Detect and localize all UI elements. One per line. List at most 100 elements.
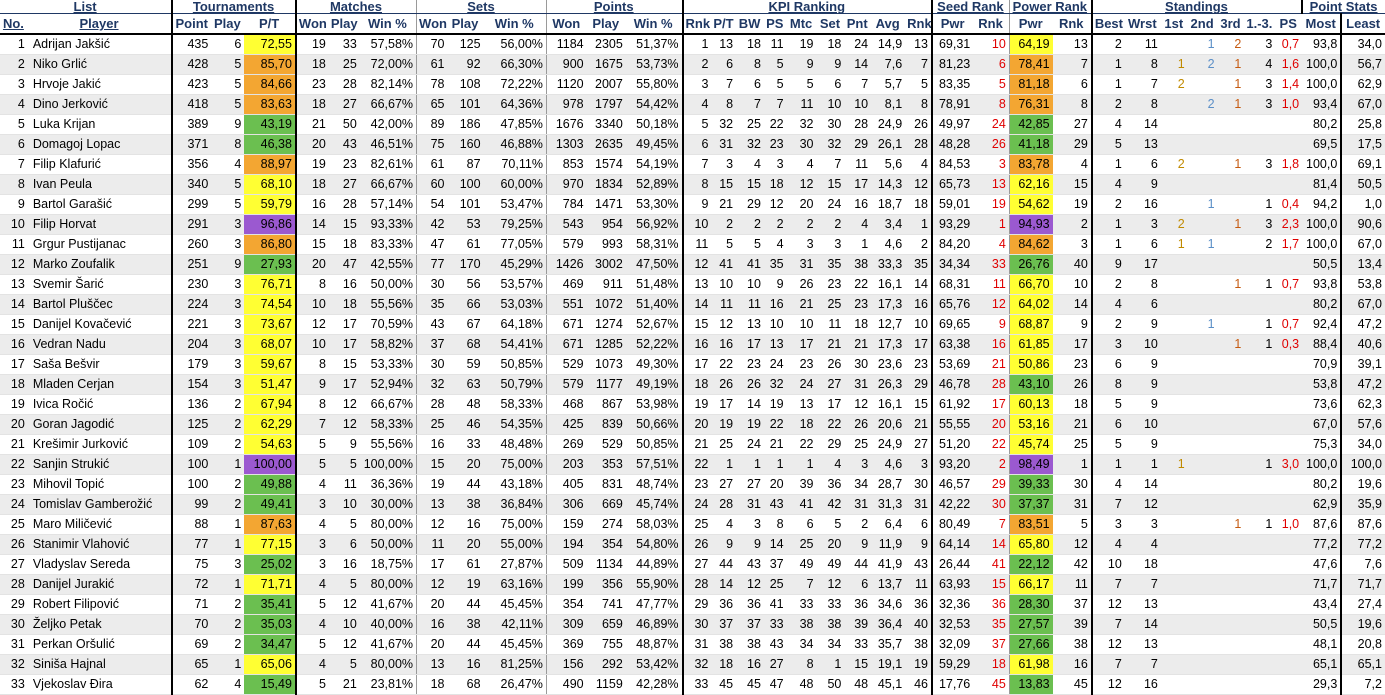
- sets-win-pct[interactable]: 46,88%: [483, 134, 547, 155]
- row-number[interactable]: 31: [0, 634, 28, 655]
- points-won[interactable]: 509: [545, 554, 587, 575]
- matches-win-pct[interactable]: 52,94%: [359, 374, 417, 395]
- points-played[interactable]: 2007: [586, 74, 626, 95]
- kpi-rank[interactable]: 35: [905, 254, 932, 275]
- table-row[interactable]: 13 Svemir Šarić 230 3 76,71 8 16 50,00% 30 56 53,5…: [0, 274, 1385, 295]
- best-standing[interactable]: 3: [1090, 334, 1125, 355]
- podium-score[interactable]: [1275, 654, 1303, 675]
- sets-win-pct[interactable]: 64,36%: [483, 94, 547, 115]
- kpi-avg[interactable]: 45,1: [871, 674, 906, 695]
- column-header[interactable]: BW: [736, 13, 764, 35]
- player-name[interactable]: Mihovil Topić: [27, 474, 173, 495]
- third-places[interactable]: [1217, 174, 1245, 195]
- kpi-mtc[interactable]: 48: [786, 674, 817, 695]
- podium-count[interactable]: 4: [1244, 54, 1276, 75]
- power-rank[interactable]: 25: [1052, 434, 1092, 455]
- kpi-bw[interactable]: 2: [736, 214, 764, 235]
- seed-power[interactable]: 34,34: [930, 254, 974, 275]
- podium-score[interactable]: 1,4: [1275, 74, 1303, 95]
- kpi-rnk[interactable]: 13: [681, 274, 712, 295]
- points-per-tournament[interactable]: 100,00: [244, 454, 296, 475]
- power-value[interactable]: 61,85: [1008, 334, 1053, 355]
- sets-played[interactable]: 61: [447, 554, 484, 575]
- sets-won[interactable]: 70: [416, 34, 448, 55]
- sets-played[interactable]: 38: [447, 614, 484, 635]
- first-places[interactable]: [1160, 414, 1188, 435]
- table-row[interactable]: 20 Goran Jagodić 125 2 62,29 7 12 58,33% 25 46 54,…: [0, 414, 1385, 435]
- kpi-avg[interactable]: 6,4: [871, 514, 906, 535]
- player-name[interactable]: Stanimir Vlahović: [27, 534, 173, 555]
- sets-played[interactable]: 16: [447, 514, 484, 535]
- best-standing[interactable]: 7: [1090, 614, 1125, 635]
- points-won[interactable]: 199: [545, 574, 587, 595]
- column-header[interactable]: Play: [447, 13, 484, 35]
- matches-played[interactable]: 33: [328, 34, 360, 55]
- kpi-rank[interactable]: 16: [905, 294, 932, 315]
- kpi-bw[interactable]: 37: [736, 614, 764, 635]
- points-won[interactable]: 425: [545, 414, 587, 435]
- sets-win-pct[interactable]: 77,05%: [483, 234, 547, 255]
- sets-win-pct[interactable]: 75,00%: [483, 454, 547, 475]
- kpi-pt[interactable]: 21: [711, 194, 737, 215]
- second-places[interactable]: [1187, 74, 1218, 95]
- kpi-mtc[interactable]: 2: [786, 214, 817, 235]
- power-rank[interactable]: 8: [1052, 94, 1092, 115]
- podium-count[interactable]: [1244, 474, 1276, 495]
- kpi-rank[interactable]: 28: [905, 134, 932, 155]
- kpi-avg[interactable]: 31,3: [871, 494, 906, 515]
- kpi-pnt[interactable]: 17: [844, 174, 872, 195]
- points-per-tournament[interactable]: 74,54: [244, 294, 296, 315]
- sets-won[interactable]: 12: [416, 574, 448, 595]
- kpi-set[interactable]: 23: [816, 274, 845, 295]
- matches-won[interactable]: 20: [294, 254, 329, 275]
- column-header[interactable]: 3rd: [1217, 13, 1245, 35]
- sets-won[interactable]: 42: [416, 214, 448, 235]
- matches-won[interactable]: 5: [294, 594, 329, 615]
- kpi-set[interactable]: 9: [816, 54, 845, 75]
- third-places[interactable]: 1: [1217, 74, 1245, 95]
- second-places[interactable]: [1187, 474, 1218, 495]
- kpi-pnt[interactable]: 44: [844, 554, 872, 575]
- kpi-bw[interactable]: 13: [736, 314, 764, 335]
- first-places[interactable]: [1160, 374, 1188, 395]
- matches-won[interactable]: 3: [294, 534, 329, 555]
- podium-count[interactable]: 3: [1244, 74, 1276, 95]
- podium-score[interactable]: 1,7: [1275, 234, 1303, 255]
- power-rank[interactable]: 6: [1052, 74, 1092, 95]
- kpi-mtc[interactable]: 5: [786, 74, 817, 95]
- power-value[interactable]: 54,62: [1008, 194, 1053, 215]
- kpi-pt[interactable]: 44: [711, 554, 737, 575]
- points-total[interactable]: 69: [171, 634, 212, 655]
- seed-rank[interactable]: 26: [973, 134, 1010, 155]
- column-header[interactable]: Play: [328, 13, 360, 35]
- kpi-bw[interactable]: 19: [736, 414, 764, 435]
- point-least[interactable]: 35,9: [1340, 494, 1385, 515]
- matches-win-pct[interactable]: 42,55%: [359, 254, 417, 275]
- second-places[interactable]: [1187, 414, 1218, 435]
- kpi-avg[interactable]: 34,6: [871, 594, 906, 615]
- second-places[interactable]: 2: [1187, 94, 1218, 115]
- kpi-rank[interactable]: 29: [905, 374, 932, 395]
- best-standing[interactable]: 6: [1090, 354, 1125, 375]
- points-win-pct[interactable]: 55,80%: [625, 74, 683, 95]
- points-per-tournament[interactable]: 84,66: [244, 74, 296, 95]
- best-standing[interactable]: 1: [1090, 74, 1125, 95]
- seed-rank[interactable]: 19: [973, 194, 1010, 215]
- third-places[interactable]: [1217, 254, 1245, 275]
- points-played[interactable]: 1134: [586, 554, 626, 575]
- kpi-set[interactable]: 27: [816, 374, 845, 395]
- kpi-set[interactable]: 25: [816, 294, 845, 315]
- row-number[interactable]: 16: [0, 334, 28, 355]
- podium-score[interactable]: [1275, 374, 1303, 395]
- column-header[interactable]: Win %: [625, 13, 683, 35]
- first-places[interactable]: [1160, 314, 1188, 335]
- seed-rank[interactable]: 16: [973, 334, 1010, 355]
- points-per-tournament[interactable]: 73,67: [244, 314, 296, 335]
- kpi-avg[interactable]: 5,6: [871, 154, 906, 175]
- points-win-pct[interactable]: 54,42%: [625, 94, 683, 115]
- player-name[interactable]: Goran Jagodić: [27, 414, 173, 435]
- kpi-mtc[interactable]: 19: [786, 34, 817, 55]
- player-name[interactable]: Saša Bešvir: [27, 354, 173, 375]
- worst-standing[interactable]: 7: [1124, 74, 1161, 95]
- kpi-ps[interactable]: 12: [763, 194, 787, 215]
